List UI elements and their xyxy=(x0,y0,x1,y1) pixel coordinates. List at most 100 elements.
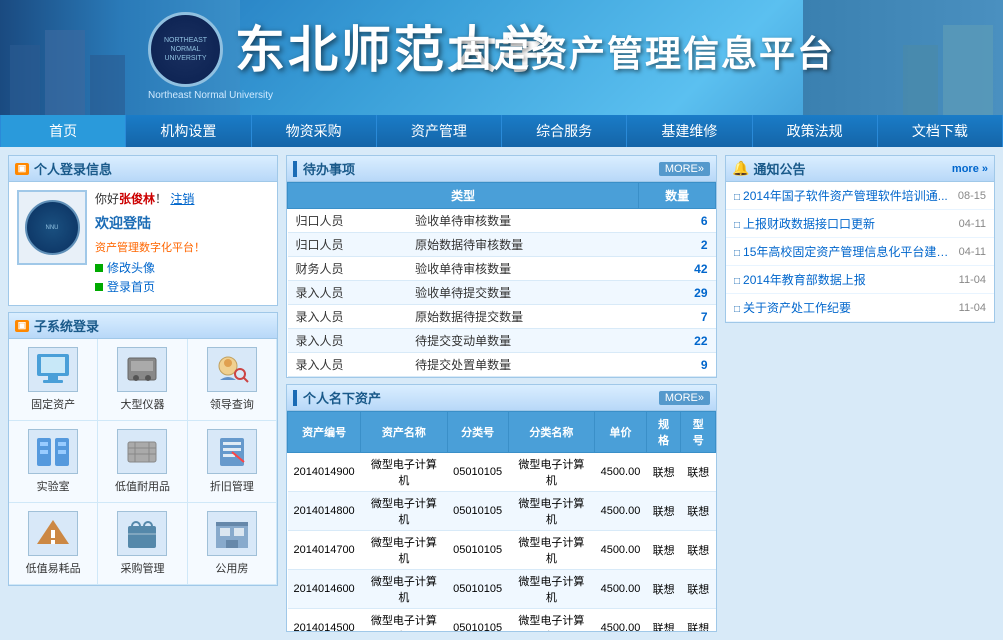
pending-cell-count: 22 xyxy=(639,329,716,353)
pending-table-row[interactable]: 录入人员 原始数据待提交数量 7 xyxy=(288,305,716,329)
assets-table-cell: 联想 xyxy=(681,570,716,609)
greeting-text: 你好张俊林！ 注销 xyxy=(95,190,269,207)
assets-table-row[interactable]: 2014014800微型电子计算机05010105微型电子计算机4500.00联… xyxy=(288,492,716,531)
pending-cell-desc: 验收单待审核数量 xyxy=(407,209,639,233)
notice-item[interactable]: 15年高校固定资产管理信息化平台建设... 04-11 xyxy=(726,238,994,266)
pending-more-button[interactable]: MORE» xyxy=(659,162,710,176)
login-info-section: ▣ 个人登录信息 NNU 你好张俊林！ 注销 欢迎登陆 xyxy=(8,155,278,306)
main-content: ▣ 个人登录信息 NNU 你好张俊林！ 注销 欢迎登陆 xyxy=(0,147,1003,640)
avatar[interactable]: NNU xyxy=(17,190,87,265)
logout-link[interactable]: 注销 xyxy=(170,192,194,206)
nav-item-docs[interactable]: 文档下载 xyxy=(878,115,1003,147)
pending-cell-desc: 待提交变动单数量 xyxy=(407,329,639,353)
nav-item-services[interactable]: 综合服务 xyxy=(502,115,627,147)
pending-table-row[interactable]: 录入人员 待提交变动单数量 22 xyxy=(288,329,716,353)
assets-table-cell: 联想 xyxy=(681,531,716,570)
office-icon-box xyxy=(207,511,257,556)
nav-item-assets[interactable]: 资产管理 xyxy=(377,115,502,147)
notice-title-group: 🔔 通知公告 xyxy=(732,159,805,178)
nav-item-policy[interactable]: 政策法规 xyxy=(753,115,878,147)
notice-bell-icon: 🔔 xyxy=(732,160,749,177)
notice-list: 2014年国子软件资产管理软件培训通... 08-15 上报财政数据接口口更新 … xyxy=(726,182,994,322)
assets-table-cell: 4500.00 xyxy=(595,609,647,632)
assets-table-cell: 4500.00 xyxy=(595,492,647,531)
assets-table-row[interactable]: 2014014500微型电子计算机05010105微型电子计算机4500.00联… xyxy=(288,609,716,632)
assets-table-cell: 微型电子计算机 xyxy=(361,531,447,570)
assets-title-accent xyxy=(293,390,297,406)
pending-table-row[interactable]: 财务人员 验收单待审核数量 42 xyxy=(288,257,716,281)
pending-table-row[interactable]: 录入人员 验收单待提交数量 29 xyxy=(288,281,716,305)
welcome-login-link[interactable]: 欢迎登陆 xyxy=(95,213,269,233)
change-avatar-link[interactable]: 修改头像 xyxy=(95,259,269,276)
subsystem-item-lab[interactable]: 实验室 xyxy=(9,421,98,503)
subsystem-item-office[interactable]: 公用房 xyxy=(188,503,277,585)
platform-link[interactable]: 资产管理数字化平台！ xyxy=(95,239,269,255)
pending-cell-type: 录入人员 xyxy=(288,353,408,377)
subsystem-item-instruments[interactable]: 大型仪器 xyxy=(98,339,187,421)
pending-table-row[interactable]: 归口人员 原始数据待审核数量 2 xyxy=(288,233,716,257)
assets-table: 资产编号资产名称分类号分类名称单价规格型号 2014014900微型电子计算机0… xyxy=(287,411,716,631)
assets-table-row[interactable]: 2014014700微型电子计算机05010105微型电子计算机4500.00联… xyxy=(288,531,716,570)
pending-cell-type: 财务人员 xyxy=(288,257,408,281)
login-section-icon: ▣ xyxy=(15,163,29,175)
nav-item-home[interactable]: 首页 xyxy=(0,115,126,147)
depreciation-icon xyxy=(212,434,252,470)
notice-item-date: 04-11 xyxy=(959,246,986,258)
subsystem-item-purchase[interactable]: 采购管理 xyxy=(98,503,187,585)
consumable-icon-box xyxy=(28,511,78,556)
low-value-icon-box xyxy=(117,429,167,474)
login-section-title: 个人登录信息 xyxy=(34,159,112,178)
search-leader-icon xyxy=(212,352,252,388)
assets-more-button[interactable]: MORE» xyxy=(659,391,710,405)
notice-header: 🔔 通知公告 more » xyxy=(726,156,994,182)
notice-item-title: 关于资产处工作纪要 xyxy=(734,299,955,316)
notice-item[interactable]: 关于资产处工作纪要 11-04 xyxy=(726,294,994,322)
subsystem-item-low-value[interactable]: 低值耐用品 xyxy=(98,421,187,503)
lab-icon xyxy=(33,434,73,470)
assets-table-cell: 2014014900 xyxy=(288,453,361,492)
nav-item-org[interactable]: 机构设置 xyxy=(126,115,251,147)
assets-scroll-area[interactable]: 资产编号资产名称分类号分类名称单价规格型号 2014014900微型电子计算机0… xyxy=(287,411,716,631)
assets-col-header: 型号 xyxy=(681,412,716,453)
page-header: NORTHEASTNORMALUNIVERSITY Northeast Norm… xyxy=(0,0,1003,115)
assets-table-row[interactable]: 2014014600微型电子计算机05010105微型电子计算机4500.00联… xyxy=(288,570,716,609)
assets-table-row[interactable]: 2014014900微型电子计算机05010105微型电子计算机4500.00联… xyxy=(288,453,716,492)
office-icon xyxy=(212,516,252,552)
consumable-icon xyxy=(33,516,73,552)
assets-col-header: 分类名称 xyxy=(508,412,594,453)
assets-title-group: 个人名下资产 xyxy=(293,388,381,407)
notice-more-link[interactable]: more » xyxy=(952,163,988,175)
assets-table-cell: 联想 xyxy=(646,531,681,570)
pending-table-row[interactable]: 归口人员 验收单待审核数量 6 xyxy=(288,209,716,233)
assets-table-cell: 2014014600 xyxy=(288,570,361,609)
avatar-logo: NNU xyxy=(25,200,80,255)
assets-table-cell: 4500.00 xyxy=(595,531,647,570)
nav-item-procurement[interactable]: 物资采购 xyxy=(252,115,377,147)
assets-table-cell: 微型电子计算机 xyxy=(508,570,594,609)
assets-table-cell: 微型电子计算机 xyxy=(508,492,594,531)
pending-cell-type: 录入人员 xyxy=(288,329,408,353)
notice-item[interactable]: 2014年国子软件资产管理软件培训通... 08-15 xyxy=(726,182,994,210)
assets-table-cell: 2014014500 xyxy=(288,609,361,632)
subsystem-item-consumable[interactable]: 低值易耗品 xyxy=(9,503,98,585)
subsystem-label-office: 公用房 xyxy=(215,560,248,576)
pending-cell-desc: 待提交处置单数量 xyxy=(407,353,639,377)
subsystem-item-depreciation[interactable]: 折旧管理 xyxy=(188,421,277,503)
pending-cell-count: 29 xyxy=(639,281,716,305)
notice-item[interactable]: 2014年教育部数据上报 11-04 xyxy=(726,266,994,294)
subsystem-label-leader-query: 领导查询 xyxy=(210,396,254,412)
subsystem-item-leader-query[interactable]: 领导查询 xyxy=(188,339,277,421)
assets-table-cell: 微型电子计算机 xyxy=(508,453,594,492)
notice-item[interactable]: 上报财政数据接口口更新 04-11 xyxy=(726,210,994,238)
fixed-assets-icon-box xyxy=(28,347,78,392)
assets-col-header: 单价 xyxy=(595,412,647,453)
assets-col-header: 资产编号 xyxy=(288,412,361,453)
login-home-link[interactable]: 登录首页 xyxy=(95,278,269,295)
subsystem-label-lab: 实验室 xyxy=(37,478,70,494)
assets-table-cell: 联想 xyxy=(681,492,716,531)
login-text-area: 你好张俊林！ 注销 欢迎登陆 资产管理数字化平台！ 修改头像 登录首页 xyxy=(95,190,269,297)
pending-table-row[interactable]: 录入人员 待提交处置单数量 9 xyxy=(288,353,716,377)
nav-item-infrastructure[interactable]: 基建维修 xyxy=(627,115,752,147)
assets-table-cell: 微型电子计算机 xyxy=(508,609,594,632)
subsystem-item-fixed-assets[interactable]: 固定资产 xyxy=(9,339,98,421)
